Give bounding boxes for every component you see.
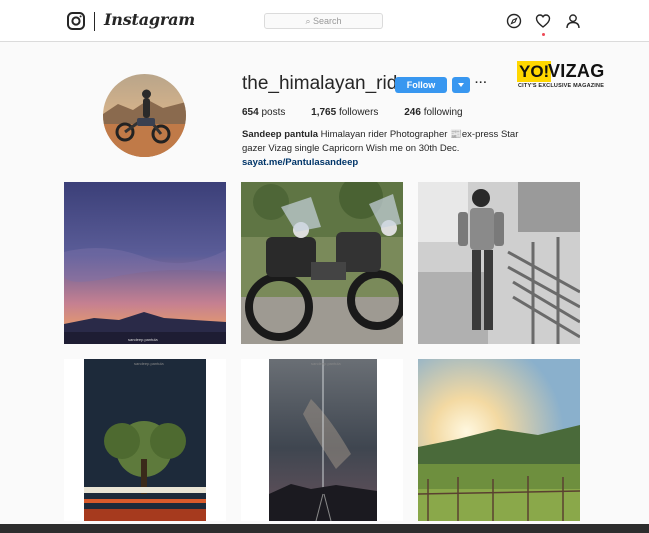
instagram-wordmark[interactable]: Instagram xyxy=(104,10,195,29)
user-icon[interactable] xyxy=(565,13,581,29)
bio-text-1: Himalayan rider Photographer xyxy=(318,129,451,140)
post-thumbnail[interactable]: sandeep.pantula xyxy=(64,359,226,521)
post-thumbnail[interactable]: sandeep.pantula xyxy=(64,182,226,344)
brand-tagline: CITY'S EXCLUSIVE MAGAZINE xyxy=(518,83,605,89)
follow-button[interactable]: Follow xyxy=(395,77,447,93)
post-thumbnail[interactable] xyxy=(418,182,580,344)
post-watermark: sandeep.pantula xyxy=(134,361,164,366)
post-thumbnail[interactable] xyxy=(418,359,580,521)
brand-vizag: VIZAG xyxy=(548,61,605,81)
search-icon: ⌕ xyxy=(305,16,311,26)
window-bottom-edge xyxy=(0,524,649,533)
search-placeholder: Search xyxy=(313,16,342,26)
bio-link[interactable]: sayat.me/Pantulasandeep xyxy=(242,157,358,168)
following-stat[interactable]: 246 following xyxy=(404,107,462,118)
yo-vizag-logo: YO! VIZAG CITY'S EXCLUSIVE MAGAZINE xyxy=(517,61,604,91)
following-count: 246 xyxy=(404,107,421,118)
bio-full-name: Sandeep pantula xyxy=(242,129,319,140)
profile-stats: 654 posts 1,765 followers 246 following xyxy=(242,107,486,118)
more-options-button[interactable]: ··· xyxy=(475,77,488,89)
logo-divider xyxy=(94,12,95,31)
posts-label: posts xyxy=(261,107,286,118)
brand-yo: YO! xyxy=(517,61,552,82)
instagram-camera-icon[interactable] xyxy=(67,12,85,30)
post-thumbnail[interactable]: sandeep.pantula xyxy=(241,359,403,521)
post-thumbnail[interactable] xyxy=(241,182,403,344)
post-watermark: sandeep.pantula xyxy=(311,361,341,366)
followers-stat[interactable]: 1,765 followers xyxy=(311,107,378,118)
profile-avatar[interactable] xyxy=(103,74,186,157)
profile-bio: Sandeep pantula Himalayan rider Photogra… xyxy=(242,128,542,170)
heart-icon[interactable] xyxy=(535,13,551,29)
compass-icon[interactable] xyxy=(506,13,522,29)
notification-dot xyxy=(542,33,545,36)
posts-stat: 654 posts xyxy=(242,107,285,118)
post-watermark: sandeep.pantula xyxy=(128,337,158,342)
posts-count: 654 xyxy=(242,107,259,118)
search-input[interactable]: ⌕ Search xyxy=(264,13,383,29)
followers-label: followers xyxy=(338,107,379,118)
following-label: following xyxy=(423,107,463,118)
newspaper-emoji-icon: 📰 xyxy=(450,129,462,140)
suggested-dropdown-button[interactable] xyxy=(452,77,470,93)
profile-username: the_himalayan_rider xyxy=(242,73,415,94)
top-navigation-bar: Instagram ⌕ Search xyxy=(0,0,649,42)
followers-count: 1,765 xyxy=(311,107,337,118)
